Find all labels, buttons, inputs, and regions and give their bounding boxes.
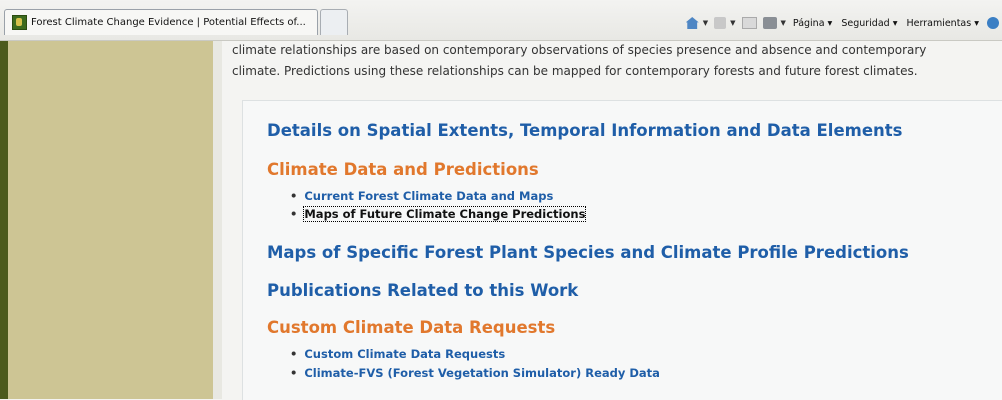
- tools-menu-label: Herramientas: [906, 17, 972, 29]
- climate-fvs-link[interactable]: Climate-FVS (Forest Vegetation Simulator…: [290, 366, 660, 380]
- sidebar-dark-border: [0, 41, 8, 399]
- home-icon[interactable]: [685, 17, 699, 29]
- page-menu-label: Página: [792, 17, 825, 29]
- custom-requests-link[interactable]: Custom Climate Data Requests: [290, 347, 505, 361]
- future-climate-maps-label: Maps of Future Climate Change Prediction…: [303, 206, 587, 222]
- mail-icon[interactable]: [741, 17, 757, 29]
- print-dropdown-icon[interactable]: ▼: [781, 19, 786, 27]
- help-globe-icon[interactable]: [987, 17, 999, 29]
- security-menu[interactable]: Seguridad ▾: [841, 18, 897, 29]
- browser-toolbar: Forest Climate Change Evidence | Potenti…: [0, 0, 1002, 41]
- browser-tab-active[interactable]: Forest Climate Change Evidence | Potenti…: [4, 9, 318, 35]
- custom-requests-heading: Custom Climate Data Requests: [267, 318, 556, 337]
- command-bar: ▼ ▼ ▼ Página ▾ Seguridad ▾ Herramientas …: [683, 14, 1002, 32]
- print-icon[interactable]: [762, 17, 777, 29]
- details-heading-link[interactable]: Details on Spatial Extents, Temporal Inf…: [267, 121, 902, 140]
- maps-species-heading-link[interactable]: Maps of Specific Forest Plant Species an…: [267, 243, 909, 262]
- forest-service-favicon-icon: [12, 15, 27, 30]
- future-climate-maps-link[interactable]: Maps of Future Climate Change Prediction…: [290, 206, 587, 222]
- home-dropdown-icon[interactable]: ▼: [703, 19, 708, 27]
- sidebar: [8, 41, 213, 399]
- intro-line-1: climate relationships are based on conte…: [232, 43, 927, 57]
- new-tab-button[interactable]: [320, 9, 348, 35]
- tab-title: Forest Climate Change Evidence | Potenti…: [31, 17, 306, 28]
- feeds-icon[interactable]: [714, 17, 727, 29]
- sidebar-edge: [213, 41, 222, 399]
- tools-menu[interactable]: Herramientas ▾: [906, 18, 979, 29]
- climate-data-heading: Climate Data and Predictions: [267, 160, 539, 179]
- intro-paragraph: climate relationships are based on conte…: [232, 40, 992, 82]
- page-menu[interactable]: Página ▾: [793, 18, 832, 29]
- intro-line-2: climate. Predictions using these relatio…: [232, 64, 918, 78]
- feeds-dropdown-icon[interactable]: ▼: [730, 19, 735, 27]
- security-menu-label: Seguridad: [841, 17, 890, 29]
- publications-heading-link[interactable]: Publications Related to this Work: [267, 281, 578, 300]
- current-forest-climate-link[interactable]: Current Forest Climate Data and Maps: [290, 189, 553, 203]
